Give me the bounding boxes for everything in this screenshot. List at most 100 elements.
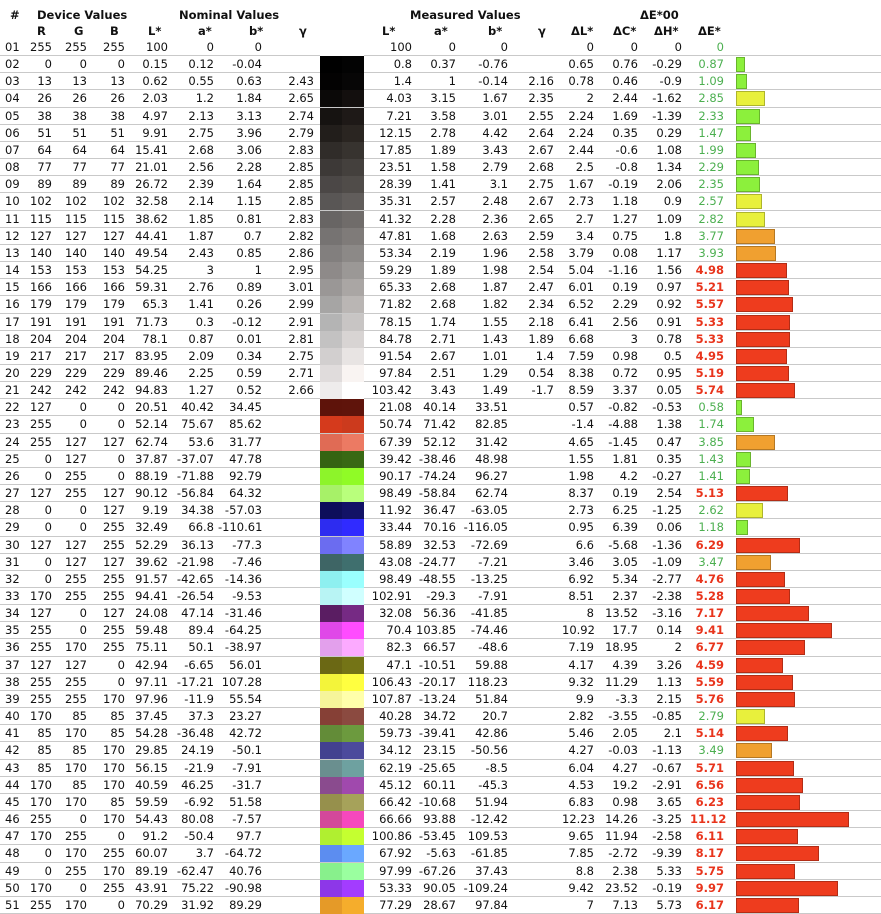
cell-mg: -1.7	[531, 383, 554, 398]
cell-dh: 0.78	[656, 331, 682, 346]
cell-b: 204	[103, 331, 125, 346]
cell-ml: 4.03	[386, 91, 412, 106]
cell-ml: 40.28	[379, 709, 412, 724]
row-index: 01	[5, 40, 20, 54]
cell-na: 80.08	[181, 812, 214, 827]
cell-r: 89	[37, 177, 52, 192]
cell-nb: -14.36	[224, 571, 262, 586]
cell-ng: 2.83	[288, 142, 314, 157]
cell-ml: 90.17	[379, 468, 412, 483]
cell-r: 255	[30, 40, 52, 54]
cell-ng: 2.95	[288, 263, 314, 278]
cell-de: 2.85	[698, 91, 724, 106]
cell-g: 255	[65, 571, 87, 586]
delta-e-bar	[736, 829, 799, 845]
cell-ma: 1.68	[430, 228, 456, 243]
cell-b: 102	[103, 194, 125, 209]
cell-mb: -41.85	[470, 606, 508, 621]
cell-dh: 2	[674, 640, 682, 655]
nominal-color-swatch	[320, 467, 342, 485]
measured-color-swatch	[342, 262, 364, 280]
cell-nb: 1.15	[236, 194, 262, 209]
cell-nl: 78.1	[142, 331, 168, 346]
delta-e-bar	[736, 709, 765, 725]
cell-b: 64	[110, 142, 125, 157]
cell-na: 53.6	[188, 434, 214, 449]
nominal-color-swatch	[320, 553, 342, 571]
table-row: 24 255 127 127 62.74 53.6 31.77 67.39 52.12 31.42…	[0, 433, 881, 451]
cell-b: 255	[103, 520, 125, 535]
cell-de: 1.09	[698, 74, 724, 89]
cell-r: 255	[30, 417, 52, 432]
cell-de: 3.49	[698, 743, 724, 758]
cell-ma: 1.89	[430, 142, 456, 157]
cell-dc: -4.88	[608, 417, 638, 432]
table-row: 33 170 255 255 94.41 -26.54 -9.53 102.91 -29.3 -7…	[0, 588, 881, 606]
table-row: 39 255 255 170 97.96 -11.9 55.54 107.87 -13.24 51…	[0, 690, 881, 709]
header-g: G	[74, 24, 84, 38]
measured-color-swatch	[342, 896, 364, 914]
nominal-color-swatch	[320, 862, 342, 880]
cell-na: -21.9	[184, 760, 214, 775]
cell-ng: 2.83	[288, 211, 314, 226]
cell-na: 1.85	[188, 211, 214, 226]
cell-r: 255	[30, 691, 52, 706]
nominal-color-swatch	[320, 725, 342, 743]
nominal-color-swatch	[320, 828, 342, 846]
nominal-color-swatch	[320, 896, 342, 914]
cell-b: 0	[117, 897, 125, 912]
cell-ng: 2.85	[288, 177, 314, 192]
cell-r: 140	[30, 245, 52, 260]
cell-mb: 1.82	[482, 297, 508, 312]
nominal-color-swatch	[320, 90, 342, 108]
nominal-color-swatch	[320, 364, 342, 382]
cell-dl: 9.42	[568, 880, 594, 895]
cell-de: 4.98	[695, 263, 724, 278]
cell-r: 255	[30, 434, 52, 449]
cell-nl: 97.11	[135, 674, 168, 689]
cell-nb: -31.7	[232, 777, 262, 792]
cell-g: 85	[72, 777, 87, 792]
cell-na: 31.92	[181, 897, 214, 912]
table-row: 30 127 127 255 52.29 36.13 -77.3 58.89 32.53 -72.…	[0, 536, 881, 554]
cell-mg: 2.59	[528, 228, 554, 243]
cell-dc: -0.82	[608, 400, 638, 415]
measured-color-swatch	[342, 450, 364, 468]
cell-dc: 2.37	[612, 589, 638, 603]
measured-color-swatch	[342, 536, 364, 554]
cell-g: 170	[65, 726, 87, 741]
table-row: 44 170 85 170 40.59 46.25 -31.7 45.12 60.11 -45.3…	[0, 776, 881, 794]
cell-g: 170	[65, 640, 87, 655]
cell-r: 170	[30, 829, 52, 844]
cell-b: 127	[103, 503, 125, 518]
cell-b: 77	[110, 160, 125, 175]
cell-mg: 2.75	[528, 177, 554, 192]
cell-ml: 77.29	[379, 897, 412, 912]
cell-dl: 1.67	[568, 177, 594, 192]
table-row: 23 255 0 0 52.14 75.67 85.62 50.74 71.42 82.85 -1.…	[0, 416, 881, 434]
cell-ma: -24.77	[418, 554, 456, 569]
cell-de: 3.85	[698, 434, 724, 449]
cell-ml: 66.66	[379, 812, 412, 827]
cell-nb: -7.91	[232, 760, 262, 775]
cell-mb: 3.1	[489, 177, 508, 192]
cell-r: 153	[30, 263, 52, 278]
cell-ma: 60.11	[423, 777, 456, 792]
cell-dl: 5.46	[568, 726, 594, 741]
cell-mg: 2.64	[528, 125, 554, 140]
cell-ma: 2.71	[430, 331, 456, 346]
cell-nl: 2.03	[142, 91, 168, 106]
cell-na: -6.92	[184, 794, 214, 809]
cell-dl: 6.83	[568, 794, 594, 809]
cell-dh: 1.13	[656, 674, 682, 689]
cell-de: 5.21	[695, 280, 724, 295]
table-row: 46 255 0 170 54.43 80.08 -7.57 66.66 93.88 -12.42…	[0, 811, 881, 829]
header-nominal-gamma: γ	[299, 24, 307, 38]
cell-ma: 70.16	[423, 520, 456, 535]
cell-dl: 8.59	[568, 383, 594, 398]
table-row: 32 0 255 255 91.57 -42.65 -14.36 98.49 -48.55 -13…	[0, 570, 881, 588]
nominal-color-swatch	[320, 776, 342, 794]
cell-ma: -10.51	[418, 657, 456, 672]
cell-b: 85	[110, 794, 125, 809]
measured-color-swatch	[342, 176, 364, 194]
